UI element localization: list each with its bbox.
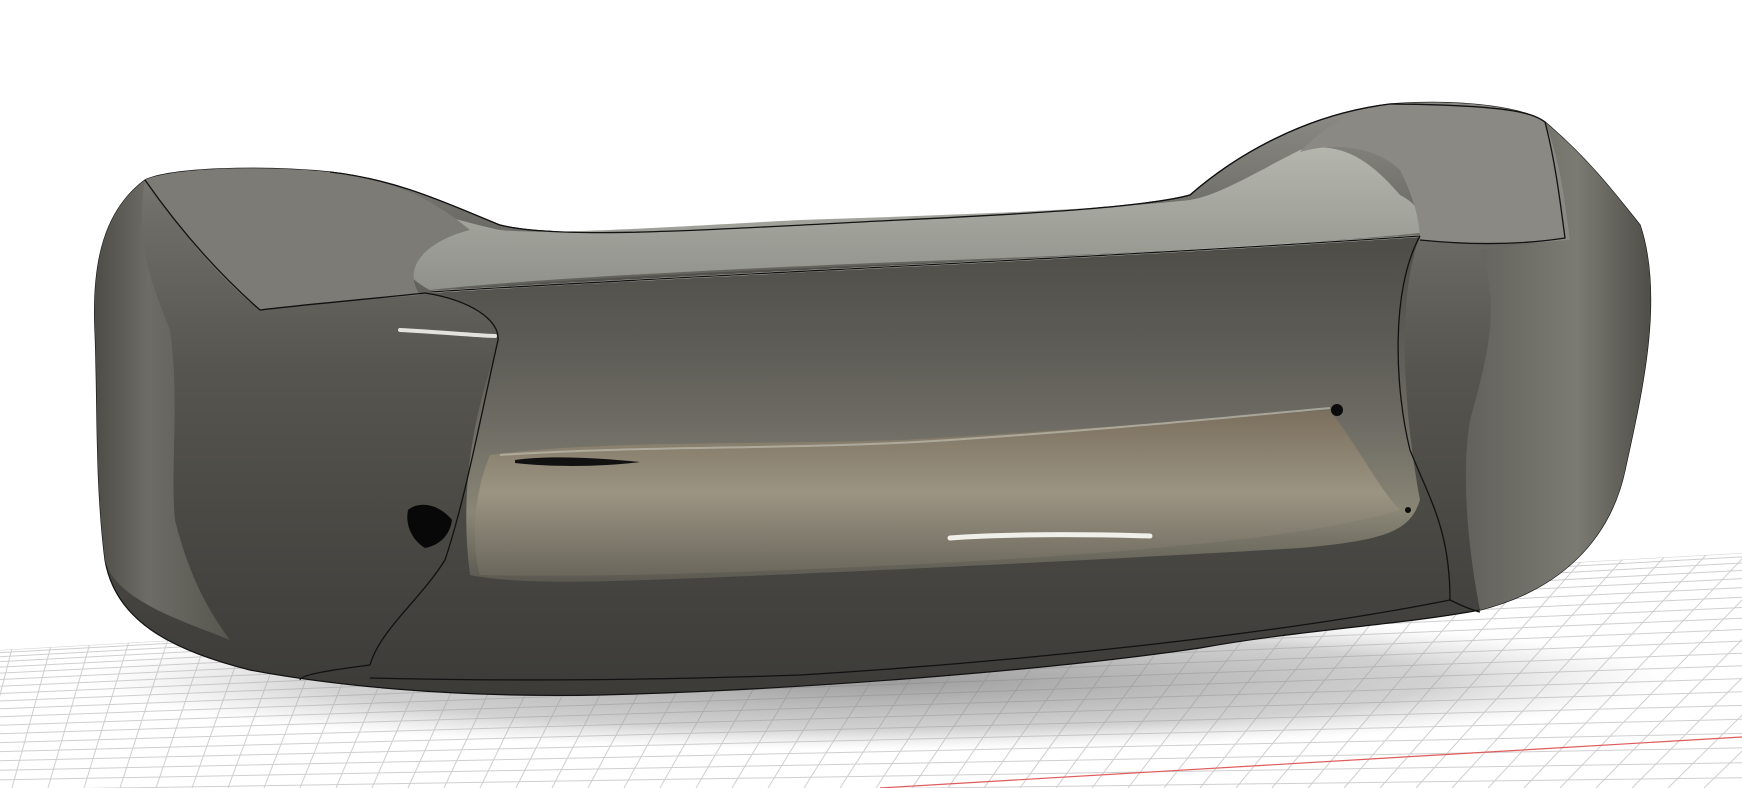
grid-line [0, 777, 1742, 788]
grid-line [1703, 553, 1742, 788]
dark-spot-right-small [1405, 507, 1411, 513]
grid-line [1667, 553, 1742, 788]
cad-viewport[interactable] [0, 0, 1742, 788]
dark-spot-right [1331, 404, 1343, 416]
viewport-canvas[interactable] [0, 0, 1742, 788]
sculpted-body[interactable] [94, 101, 1652, 697]
